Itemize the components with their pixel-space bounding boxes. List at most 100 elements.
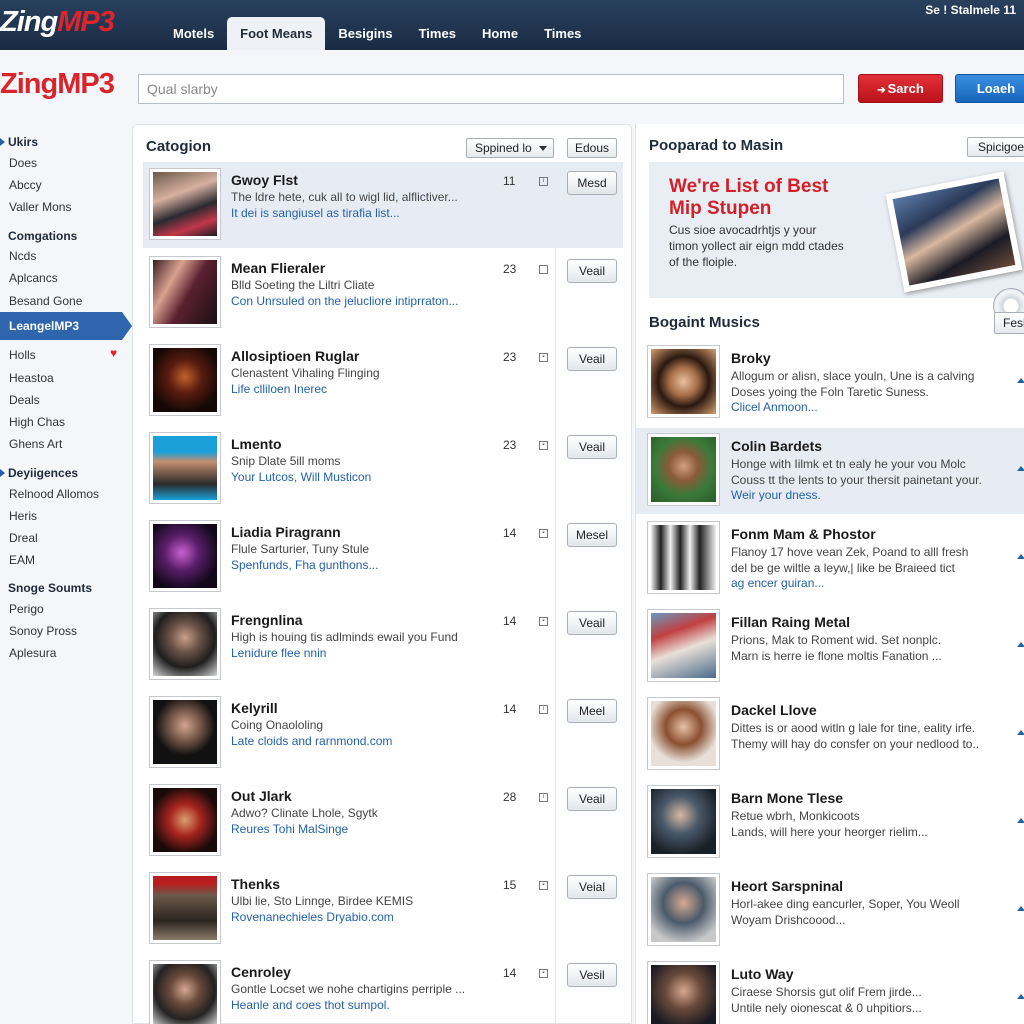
arrow-up-icon[interactable] — [1017, 642, 1024, 647]
sidebar-item[interactable]: Abccy — [9, 178, 42, 192]
item-title[interactable]: Gwoy Flst — [231, 172, 298, 188]
sidebar-heading[interactable]: Deyiigences — [0, 466, 78, 480]
item-action-button[interactable]: Veail — [567, 435, 617, 459]
music-row[interactable]: Broky Allogum or alisn, slace youln, Une… — [636, 340, 1024, 426]
arrow-up-icon[interactable] — [1017, 994, 1024, 999]
nav-tab-home[interactable]: Home — [469, 17, 531, 50]
music-title[interactable]: Heort Sarspninal — [731, 878, 843, 894]
item-link[interactable]: Reures Tohi MalSinge — [231, 822, 348, 836]
item-link[interactable]: Lenidure flee nnin — [231, 646, 326, 660]
sort-dropdown[interactable]: Sppined lo — [466, 138, 554, 158]
brand-logo[interactable]: ZingMP3 — [0, 68, 115, 101]
item-title[interactable]: Mean Flieraler — [231, 260, 325, 276]
item-action-button[interactable]: Mesel — [567, 523, 617, 547]
video-icon[interactable]: ▪ — [539, 353, 548, 362]
music-title[interactable]: Barn Mone Tlese — [731, 790, 843, 806]
item-action-button[interactable]: Mesd — [567, 171, 617, 195]
thumbnail[interactable] — [647, 785, 720, 858]
item-title[interactable]: Liadia Piragrann — [231, 524, 341, 540]
item-title[interactable]: Allosiptioen Ruglar — [231, 348, 359, 364]
info-icon[interactable]: i — [539, 793, 548, 802]
item-title[interactable]: Frengnlina — [231, 612, 303, 628]
music-title[interactable]: Broky — [731, 350, 771, 366]
list-item[interactable]: Cenroley Gontle Locset we nohe chartigin… — [143, 954, 623, 1024]
music-row[interactable]: Colin Bardets Honge with Iilmk et tn eal… — [636, 428, 1024, 514]
sidebar-item[interactable]: Aplesura — [9, 646, 56, 660]
thumbnail[interactable] — [647, 873, 720, 946]
item-action-button[interactable]: Veail — [567, 787, 617, 811]
nav-tab-times[interactable]: Times — [406, 17, 469, 50]
thumbnail[interactable] — [149, 872, 221, 944]
edit-button[interactable]: Edous — [567, 138, 617, 158]
sidebar-item[interactable]: Heastoa — [9, 371, 54, 385]
music-link[interactable]: Clicel Anmoon... — [731, 400, 818, 414]
sidebar-item[interactable]: High Chas — [9, 415, 65, 429]
search-input[interactable] — [138, 74, 844, 104]
item-action-button[interactable]: Veail — [567, 259, 617, 283]
list-item[interactable]: Frengnlina High is houing tis adlminds e… — [143, 602, 623, 688]
nav-tab-foot-means[interactable]: Foot Means — [227, 17, 326, 50]
promo-banner[interactable]: We're List of Best Mip Stupen Cus sioe av… — [649, 162, 1024, 324]
sidebar-item[interactable]: Dreal — [9, 531, 38, 545]
nav-tab-motels[interactable]: Motels — [160, 17, 227, 50]
sidebar-item-active[interactable]: LeangelMP3 — [0, 312, 132, 340]
list-item[interactable]: Liadia Piragrann Flule Sarturier, Tuny S… — [143, 514, 623, 600]
item-title[interactable]: Kelyrill — [231, 700, 278, 716]
music-row[interactable]: Heort Sarspninal Horl-akee ding eancurle… — [636, 868, 1024, 954]
arrow-up-icon[interactable] — [1017, 378, 1024, 383]
item-link[interactable]: Your Lutcos, Will Musticon — [231, 470, 371, 484]
sidebar-item[interactable]: Besand Gone — [9, 294, 82, 308]
arrow-up-icon[interactable] — [1017, 730, 1024, 735]
info-icon[interactable]: i — [539, 705, 548, 714]
music-title[interactable]: Colin Bardets — [731, 438, 822, 454]
video-icon[interactable]: ▪ — [539, 617, 548, 626]
video-icon[interactable]: ▪ — [539, 881, 548, 890]
video-icon[interactable]: ▪ — [539, 441, 548, 450]
sidebar-item[interactable]: Valler Mons — [9, 200, 71, 214]
sidebar-heading[interactable]: Snoge Soumts — [8, 581, 92, 595]
sidebar-item[interactable]: Aplcancs — [9, 271, 58, 285]
music-title[interactable]: Fillan Raing Metal — [731, 614, 850, 630]
thumbnail[interactable] — [647, 345, 720, 418]
thumbnail[interactable] — [149, 344, 221, 416]
thumbnail[interactable] — [149, 696, 221, 768]
section-button[interactable]: Fesi — [994, 312, 1024, 334]
thumbnail[interactable] — [149, 784, 221, 856]
music-title[interactable]: Dackel Llove — [731, 702, 817, 718]
sidebar-item[interactable]: Ncds — [9, 249, 36, 263]
top-logo[interactable]: ZingMP3 — [0, 6, 115, 39]
sidebar-item[interactable]: Heris — [9, 509, 37, 523]
bookmark-icon[interactable] — [539, 265, 548, 274]
sidebar-item[interactable]: Relnood Allomos — [9, 487, 99, 501]
video-icon[interactable]: ▪ — [539, 529, 548, 538]
sidebar-heading[interactable]: Ukirs — [0, 135, 38, 149]
item-link[interactable]: Spenfunds, Fha gunthons... — [231, 558, 378, 572]
sidebar-item[interactable]: EAM — [9, 553, 35, 567]
info-icon[interactable]: i — [539, 177, 548, 186]
thumbnail[interactable] — [647, 697, 720, 770]
thumbnail[interactable] — [149, 520, 221, 592]
thumbnail[interactable] — [647, 961, 720, 1024]
item-link[interactable]: Heanle and coes thot sumpol. — [231, 998, 390, 1012]
sidebar-item[interactable]: Ghens Art — [9, 437, 62, 451]
thumbnail[interactable] — [647, 521, 720, 594]
arrow-up-icon[interactable] — [1017, 906, 1024, 911]
user-status[interactable]: Se ! Stalmele 11 — [925, 3, 1016, 17]
item-title[interactable]: Thenks — [231, 876, 280, 892]
list-item[interactable]: Thenks Ulbi lie, Sto Linnge, Birdee KEMI… — [143, 866, 623, 952]
arrow-up-icon[interactable] — [1017, 554, 1024, 559]
search-button[interactable]: ➔ Sarch — [858, 74, 943, 103]
item-link[interactable]: Life clliloen Inerec — [231, 382, 327, 396]
thumbnail[interactable] — [149, 168, 221, 240]
sidebar-heading[interactable]: Comgations — [8, 229, 77, 243]
item-action-button[interactable]: Vesil — [567, 963, 617, 987]
list-item[interactable]: Kelyrill Coing Onaololing Late cloids an… — [143, 690, 623, 776]
item-link[interactable]: It dei is sangiusel as tirafia list... — [231, 206, 400, 220]
thumbnail[interactable] — [149, 432, 221, 504]
item-title[interactable]: Cenroley — [231, 964, 291, 980]
thumbnail[interactable] — [149, 960, 221, 1024]
arrow-up-icon[interactable] — [1017, 466, 1024, 471]
thumbnail[interactable] — [149, 608, 221, 680]
music-title[interactable]: Luto Way — [731, 966, 793, 982]
item-action-button[interactable]: Veial — [567, 875, 617, 899]
